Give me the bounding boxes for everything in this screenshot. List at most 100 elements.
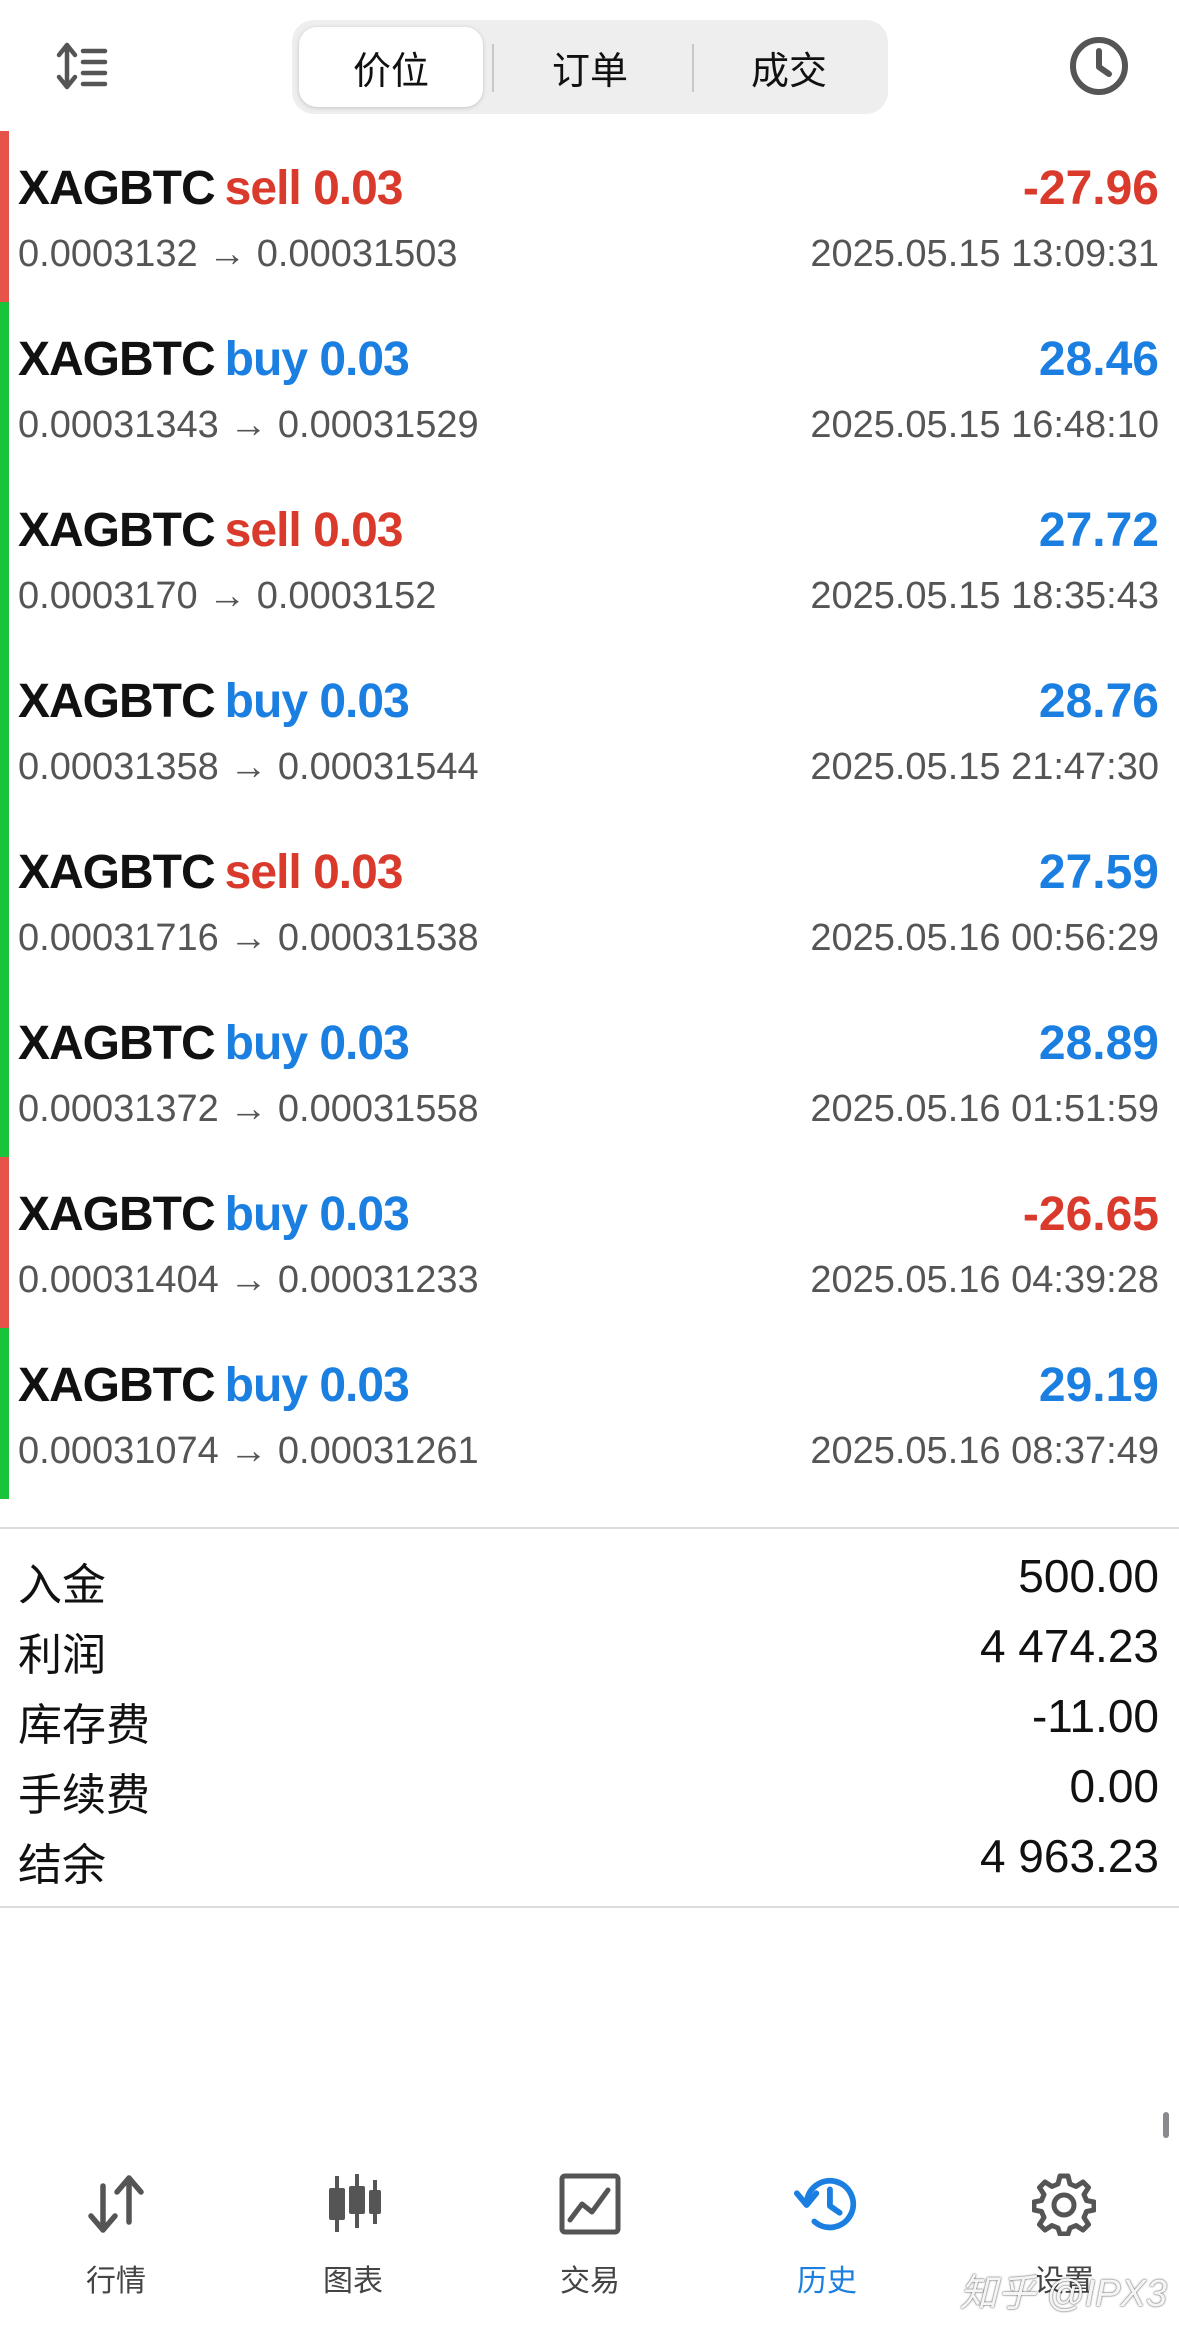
deal-title: XAGBTC sell 0.03 (18, 161, 403, 216)
deal-time: 2025.05.16 00:56:29 (810, 917, 1159, 959)
deal-profit: 28.89 (1038, 1017, 1159, 1070)
summary-top-divider (0, 1527, 1179, 1529)
deal-side: sell 0.03 (224, 162, 404, 215)
summary-value: -11.00 (1031, 1690, 1159, 1742)
summary-label: 结余 (18, 1841, 106, 1890)
deal-symbol: XAGBTC (18, 162, 216, 215)
deal-profit: -26.65 (1022, 1188, 1159, 1241)
profit-indicator-bar (0, 644, 9, 815)
scroll-indicator[interactable] (1163, 2112, 1169, 2138)
tab-quotes[interactable]: 行情 (16, 2170, 216, 2300)
deal-symbol: XAGBTC (18, 675, 216, 728)
deal-title: XAGBTC sell 0.03 (18, 503, 403, 558)
deal-profit: 29.19 (1038, 1359, 1159, 1412)
profit-indicator-bar (0, 815, 9, 986)
deal-prices: 0.0003132 → 0.00031503 (18, 233, 458, 275)
deal-prices: 0.00031372 → 0.00031558 (18, 1088, 479, 1130)
deal-side: buy 0.03 (224, 675, 410, 728)
deal-side: sell 0.03 (224, 504, 404, 557)
deal-row[interactable]: XAGBTC buy 0.03 28.89 0.00031372 → 0.0003… (0, 986, 1179, 1157)
summary-value: 500.00 (1018, 1550, 1159, 1602)
deal-symbol: XAGBTC (18, 504, 216, 557)
sort-button[interactable] (46, 30, 118, 102)
segment-divider (692, 44, 694, 92)
history-icon (793, 2170, 861, 2238)
gear-icon (1030, 2170, 1098, 2238)
summary-commission: 手续费 0.00 (18, 1755, 1159, 1825)
summary-value: 4 963.23 (979, 1830, 1159, 1882)
summary-label: 手续费 (18, 1771, 150, 1820)
deal-time: 2025.05.15 21:47:30 (810, 746, 1159, 788)
deal-title: XAGBTC buy 0.03 (18, 1187, 410, 1242)
arrows-updown-icon (82, 2170, 150, 2238)
tab-charts[interactable]: 图表 (253, 2170, 453, 2300)
deal-side: buy 0.03 (224, 1017, 410, 1070)
deal-row[interactable]: XAGBTC buy 0.03 29.19 0.00031074 → 0.0003… (0, 1328, 1179, 1499)
deal-time: 2025.05.15 13:09:31 (810, 233, 1159, 275)
deal-symbol: XAGBTC (18, 1359, 216, 1412)
summary-label: 利润 (18, 1631, 106, 1680)
deal-time: 2025.05.16 04:39:28 (810, 1259, 1159, 1301)
deal-symbol: XAGBTC (18, 1188, 216, 1241)
deal-side: buy 0.03 (224, 1359, 410, 1412)
deal-symbol: XAGBTC (18, 846, 216, 899)
deal-row[interactable]: XAGBTC buy 0.03 28.76 0.00031358 → 0.0003… (0, 644, 1179, 815)
history-period-button[interactable] (1063, 30, 1135, 102)
tab-label: 行情 (86, 2265, 146, 2298)
deal-profit: -27.96 (1022, 162, 1159, 215)
trade-chart-icon (556, 2170, 624, 2238)
deal-title: XAGBTC buy 0.03 (18, 1016, 410, 1071)
deal-prices: 0.00031358 → 0.00031544 (18, 746, 479, 788)
watermark-text: 知乎 @IPX3 (959, 2273, 1167, 2315)
clock-icon (1070, 37, 1128, 95)
tab-history[interactable]: 历史 (727, 2170, 927, 2300)
deal-time: 2025.05.16 01:51:59 (810, 1088, 1159, 1130)
tab-deals[interactable]: 成交 (697, 27, 881, 107)
summary-bottom-divider (0, 1906, 1179, 1908)
deal-symbol: XAGBTC (18, 333, 216, 386)
deal-time: 2025.05.15 16:48:10 (810, 404, 1159, 446)
deal-time: 2025.05.15 18:35:43 (810, 575, 1159, 617)
deal-row[interactable]: XAGBTC buy 0.03 -26.65 0.00031404 → 0.000… (0, 1157, 1179, 1328)
sort-icon (56, 42, 108, 90)
deal-side: buy 0.03 (224, 1188, 410, 1241)
loss-indicator-bar (0, 1157, 9, 1328)
deal-row[interactable]: XAGBTC buy 0.03 28.46 0.00031343 → 0.0003… (0, 302, 1179, 473)
tab-orders[interactable]: 订单 (498, 27, 682, 107)
tab-trade[interactable]: 交易 (490, 2170, 690, 2300)
summary-value: 4 474.23 (979, 1620, 1159, 1672)
deal-row[interactable]: XAGBTC sell 0.03 27.72 0.0003170 → 0.0003… (0, 473, 1179, 644)
summary-label: 库存费 (18, 1701, 150, 1750)
summary-balance: 结余 4 963.23 (18, 1825, 1159, 1895)
deal-symbol: XAGBTC (18, 1017, 216, 1070)
deal-title: XAGBTC buy 0.03 (18, 674, 410, 729)
deal-profit: 27.72 (1038, 504, 1159, 557)
tab-label: 图表 (323, 2265, 383, 2298)
deal-row[interactable]: XAGBTC sell 0.03 -27.96 0.0003132 → 0.000… (0, 131, 1179, 302)
deal-row[interactable]: XAGBTC sell 0.03 27.59 0.00031716 → 0.000… (0, 815, 1179, 986)
deal-profit: 28.76 (1038, 675, 1159, 728)
top-bar: 价位 订单 成交 (0, 0, 1179, 130)
summary-label: 入金 (18, 1561, 106, 1610)
deal-title: XAGBTC buy 0.03 (18, 1358, 410, 1413)
deal-prices: 0.00031404 → 0.00031233 (18, 1259, 479, 1301)
deal-title: XAGBTC buy 0.03 (18, 332, 410, 387)
deal-prices: 0.0003170 → 0.0003152 (18, 575, 437, 617)
view-segmented-control: 价位 订单 成交 (292, 20, 888, 114)
deal-prices: 0.00031074 → 0.00031261 (18, 1430, 479, 1472)
loss-indicator-bar (0, 131, 9, 302)
tab-label: 交易 (560, 2265, 620, 2298)
deal-prices: 0.00031343 → 0.00031529 (18, 404, 479, 446)
deal-time: 2025.05.16 08:37:49 (810, 1430, 1159, 1472)
summary-deposit: 入金 500.00 (18, 1545, 1159, 1615)
profit-indicator-bar (0, 473, 9, 644)
summary-swap: 库存费 -11.00 (18, 1685, 1159, 1755)
tab-positions[interactable]: 价位 (299, 27, 483, 107)
candlestick-icon (319, 2170, 387, 2238)
deal-prices: 0.00031716 → 0.00031538 (18, 917, 479, 959)
tab-label: 历史 (797, 2265, 857, 2298)
deal-profit: 28.46 (1038, 333, 1159, 386)
segment-divider (492, 44, 494, 92)
profit-indicator-bar (0, 986, 9, 1157)
deal-title: XAGBTC sell 0.03 (18, 845, 403, 900)
